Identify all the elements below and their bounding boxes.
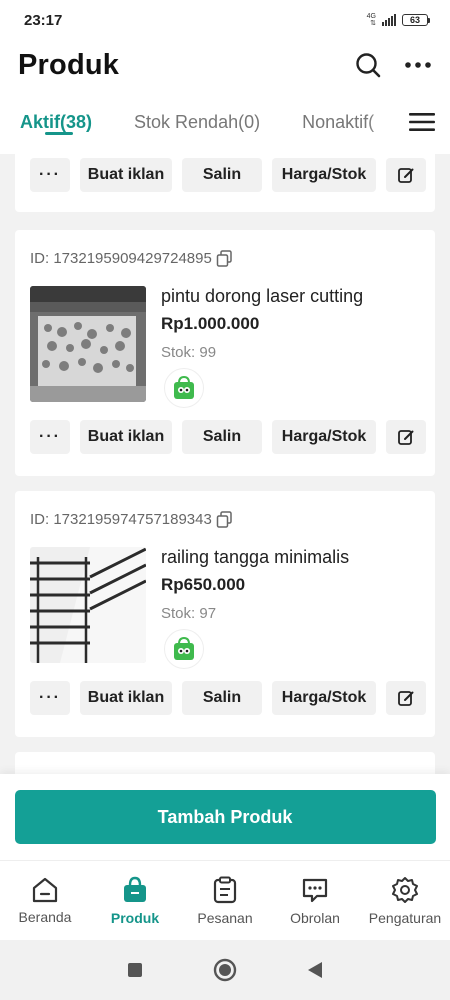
edit-icon <box>398 168 414 183</box>
copy-button[interactable]: Salin <box>182 420 262 454</box>
data-arrows-icon: ⇅ <box>370 20 376 27</box>
bottom-nav: Beranda Produk Pesanan Obrolan Pengatura… <box>0 860 450 940</box>
nav-item-pengaturan[interactable]: Pengaturan <box>360 861 450 940</box>
copy-button[interactable]: Salin <box>182 681 262 715</box>
nav-item-obrolan[interactable]: Obrolan <box>270 861 360 940</box>
bottom-cta-bar: Tambah Produk <box>0 774 450 860</box>
battery-level: 63 <box>409 15 420 25</box>
product-card: ··· Buat iklan Salin Harga/Stok <box>15 154 435 212</box>
product-id-text: ID: 1732195974757189343 <box>30 511 212 528</box>
tab-low-stock[interactable]: Stok Rendah(0) <box>134 90 260 154</box>
product-image[interactable] <box>30 286 146 402</box>
product-stock: Stok: 97 <box>161 605 217 622</box>
nav-label: Pesanan <box>197 909 253 926</box>
price-stock-button[interactable]: Harga/Stok <box>272 681 376 715</box>
chat-icon <box>302 878 328 902</box>
nav-item-produk[interactable]: Produk <box>90 861 180 940</box>
product-image[interactable] <box>30 547 146 663</box>
back-icon[interactable] <box>307 961 323 979</box>
status-time: 23:17 <box>24 11 63 29</box>
system-nav-bar <box>0 940 450 1000</box>
signal-icon <box>382 14 396 26</box>
nav-label: Produk <box>110 909 160 926</box>
edit-icon <box>398 691 414 706</box>
recent-apps-icon[interactable] <box>127 962 143 978</box>
network-indicator: 4G ⇅ <box>367 13 376 27</box>
copy-icon[interactable] <box>216 511 233 528</box>
product-name: railing tangga minimalis <box>161 547 350 567</box>
more-actions-button[interactable]: ··· <box>30 420 70 454</box>
tab-active[interactable]: Aktif(38) <box>20 90 92 154</box>
add-product-button[interactable]: Tambah Produk <box>14 790 436 844</box>
app-header: Produk <box>0 40 450 90</box>
shop-bag-icon <box>164 629 204 669</box>
tab-inactive[interactable]: Nonaktif( <box>302 90 374 154</box>
nav-label: Pengaturan <box>368 909 442 926</box>
product-stock: Stok: 99 <box>161 344 217 361</box>
product-name: pintu dorong laser cutting <box>161 286 364 306</box>
product-price: Rp650.000 <box>161 575 246 594</box>
edit-icon <box>398 430 414 445</box>
product-status-tabs: Aktif(38) Stok Rendah(0) Nonaktif( <box>0 90 450 154</box>
product-price: Rp1.000.000 <box>161 314 260 333</box>
nav-item-beranda[interactable]: Beranda <box>0 861 90 940</box>
product-card[interactable] <box>15 752 435 774</box>
status-icons: 4G ⇅ 63 <box>367 13 430 27</box>
nav-label: Beranda <box>18 908 72 925</box>
product-id: ID: 1732195974757189343 <box>30 511 233 528</box>
more-options-icon[interactable] <box>404 61 432 69</box>
network-label: 4G <box>366 13 376 20</box>
page-title: Produk <box>18 48 120 81</box>
create-ad-button[interactable]: Buat iklan <box>80 158 172 192</box>
more-actions-button[interactable]: ··· <box>30 681 70 715</box>
home-button-icon[interactable] <box>213 958 237 982</box>
product-id: ID: 1732195909429724895 <box>30 250 233 267</box>
product-id-text: ID: 1732195909429724895 <box>30 250 212 267</box>
clipboard-icon <box>213 876 237 903</box>
edit-button[interactable] <box>386 681 426 715</box>
copy-icon[interactable] <box>216 250 233 267</box>
home-icon <box>32 877 58 902</box>
product-card[interactable]: ID: 1732195909429724895 pintu dorong las… <box>15 230 435 476</box>
gear-icon <box>392 876 418 903</box>
create-ad-button[interactable]: Buat iklan <box>80 420 172 454</box>
create-ad-button[interactable]: Buat iklan <box>80 681 172 715</box>
nav-label: Obrolan <box>290 909 340 926</box>
nav-item-pesanan[interactable]: Pesanan <box>180 861 270 940</box>
bag-icon <box>124 876 146 902</box>
battery-icon: 63 <box>402 14 430 26</box>
edit-button[interactable] <box>386 158 426 192</box>
copy-button[interactable]: Salin <box>182 158 262 192</box>
menu-icon[interactable] <box>409 112 435 132</box>
product-list[interactable]: ··· Buat iklan Salin Harga/Stok ID: 1732… <box>0 154 450 774</box>
product-card[interactable]: ID: 1732195974757189343 railing tangga m… <box>15 491 435 737</box>
edit-button[interactable] <box>386 420 426 454</box>
status-bar: 23:17 4G ⇅ 63 <box>0 0 450 40</box>
more-actions-button[interactable]: ··· <box>30 158 70 192</box>
shop-bag-icon <box>164 368 204 408</box>
price-stock-button[interactable]: Harga/Stok <box>272 420 376 454</box>
price-stock-button[interactable]: Harga/Stok <box>272 158 376 192</box>
search-icon[interactable] <box>354 51 382 79</box>
